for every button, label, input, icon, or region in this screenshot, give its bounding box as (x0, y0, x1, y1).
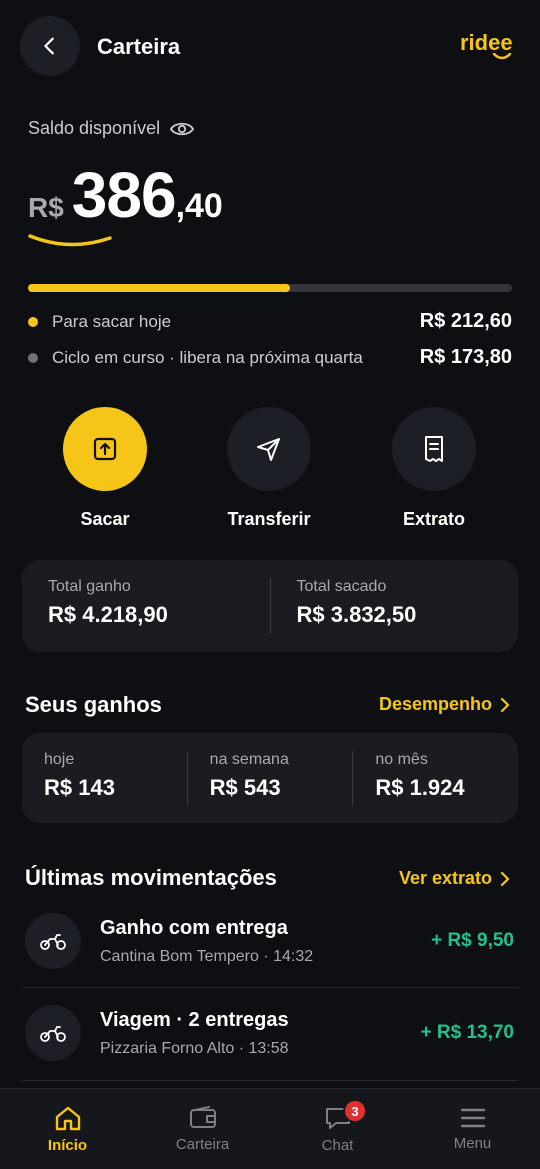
withdraw-button[interactable]: Sacar (45, 407, 165, 530)
breakdown-value: R$ 173,80 (419, 346, 512, 368)
chat-badge: 3 (343, 1099, 367, 1123)
nav-wallet-label: Carteira (175, 1135, 230, 1153)
transaction-subtitle: Cantina Bom Tempero · 14:32 (100, 947, 314, 965)
motorbike-icon (25, 913, 81, 969)
balance-amount: R$ 386 ,40 (28, 158, 223, 232)
list-item[interactable]: Viagem · 2 entregas Pizzaria Forno Alto … (22, 988, 518, 1078)
period-label: no mês (375, 751, 428, 768)
transfer-label: Transferir (227, 509, 311, 529)
transaction-title: Ganho com entrega (100, 916, 288, 939)
statement-label: Extrato (402, 509, 465, 529)
totals-card: Total ganho R$ 4.218,90 Total sacado R$ … (22, 560, 518, 652)
bottom-nav: Início Carteira 3 Chat Menu (0, 1088, 540, 1169)
period-label: hoje (44, 751, 75, 768)
breakdown-label: Ciclo em curso · libera na próxima quart… (52, 347, 363, 367)
breakdown-row-cycle: Ciclo em curso · libera na próxima quart… (28, 346, 512, 369)
withdraw-label: Sacar (80, 509, 130, 529)
home-icon (55, 1106, 80, 1130)
nav-menu-label: Menu (453, 1134, 492, 1152)
eye-icon[interactable] (170, 120, 195, 138)
nav-wallet[interactable]: Carteira (135, 1089, 270, 1169)
total-earned: Total ganho R$ 4.218,90 (22, 560, 270, 652)
earnings-today: hoje R$ 143 (22, 733, 187, 823)
transaction-amount: + R$ 13,70 (420, 1022, 515, 1043)
earnings-week: na semana R$ 543 (188, 733, 353, 823)
divider (22, 1080, 518, 1081)
earnings-card: hoje R$ 143 na semana R$ 543 no mês R$ 1… (22, 733, 518, 823)
receipt-icon (425, 436, 443, 462)
motorbike-icon (25, 1005, 81, 1061)
total-earned-label: Total ganho (48, 578, 131, 595)
nav-menu[interactable]: Menu (405, 1089, 540, 1169)
transaction-title: Viagem · 2 entregas (100, 1008, 289, 1031)
total-withdrawn-value: R$ 3.832,50 (296, 602, 417, 627)
total-withdrawn-label: Total sacado (296, 578, 387, 595)
legend-dot (28, 352, 38, 363)
view-statement-link[interactable]: Ver extrato (399, 868, 510, 889)
period-value: R$ 543 (209, 775, 281, 800)
wallet-icon (189, 1105, 216, 1128)
nav-chat[interactable]: 3 Chat (270, 1089, 405, 1169)
upload-icon (93, 437, 117, 461)
send-icon (257, 438, 280, 461)
withdraw-circle[interactable] (63, 407, 147, 491)
currency-symbol: R$ (28, 192, 64, 223)
back-button[interactable] (20, 16, 80, 76)
performance-link[interactable]: Desempenho (379, 694, 510, 715)
legend-dot (28, 316, 38, 327)
earnings-month: no mês R$ 1.924 (353, 733, 518, 823)
menu-icon (460, 1108, 485, 1127)
transfer-circle[interactable] (227, 407, 311, 491)
brand-logo: ridee (460, 30, 520, 66)
total-earned-value: R$ 4.218,90 (48, 602, 168, 627)
nav-chat-label: Chat (321, 1136, 354, 1154)
earnings-title: Seus ganhos (25, 692, 162, 717)
performance-link-label: Desempenho (378, 694, 492, 714)
statement-button[interactable]: Extrato (374, 407, 494, 530)
period-value: R$ 1.924 (375, 775, 465, 800)
period-label: na semana (209, 751, 289, 768)
breakdown-label: Para sacar hoje (52, 311, 172, 331)
transfer-button[interactable]: Transferir (209, 407, 329, 530)
view-statement-label: Ver extrato (398, 868, 492, 888)
total-withdrawn: Total sacado R$ 3.832,50 (271, 560, 519, 652)
balance-label-text: Saldo disponível (28, 118, 161, 138)
breakdown-row-today: Para sacar hoje R$ 212,60 (28, 310, 512, 333)
nav-home-label: Início (47, 1136, 88, 1154)
movements-title: Últimas movimentações (25, 865, 277, 890)
period-value: R$ 143 (44, 775, 115, 800)
chevron-right-icon (500, 871, 510, 886)
chevron-right-icon (500, 697, 510, 712)
breakdown-value: R$ 212,60 (419, 310, 512, 332)
list-item[interactable]: Ganho com entrega Cantina Bom Tempero · … (22, 896, 518, 986)
smile-underline-icon (28, 234, 112, 247)
balance-decimal: ,40 (175, 187, 223, 225)
balance-label: Saldo disponível (28, 118, 195, 139)
balance-progress-fill (28, 284, 290, 292)
nav-home[interactable]: Início (0, 1089, 135, 1169)
statement-circle[interactable] (392, 407, 476, 491)
transaction-amount: + R$ 9,50 (431, 930, 514, 951)
transaction-subtitle: Pizzaria Forno Alto · 13:58 (100, 1039, 289, 1057)
chevron-left-icon (44, 37, 54, 55)
balance-integer: 386 (71, 159, 177, 231)
page-title: Carteira (97, 34, 181, 59)
